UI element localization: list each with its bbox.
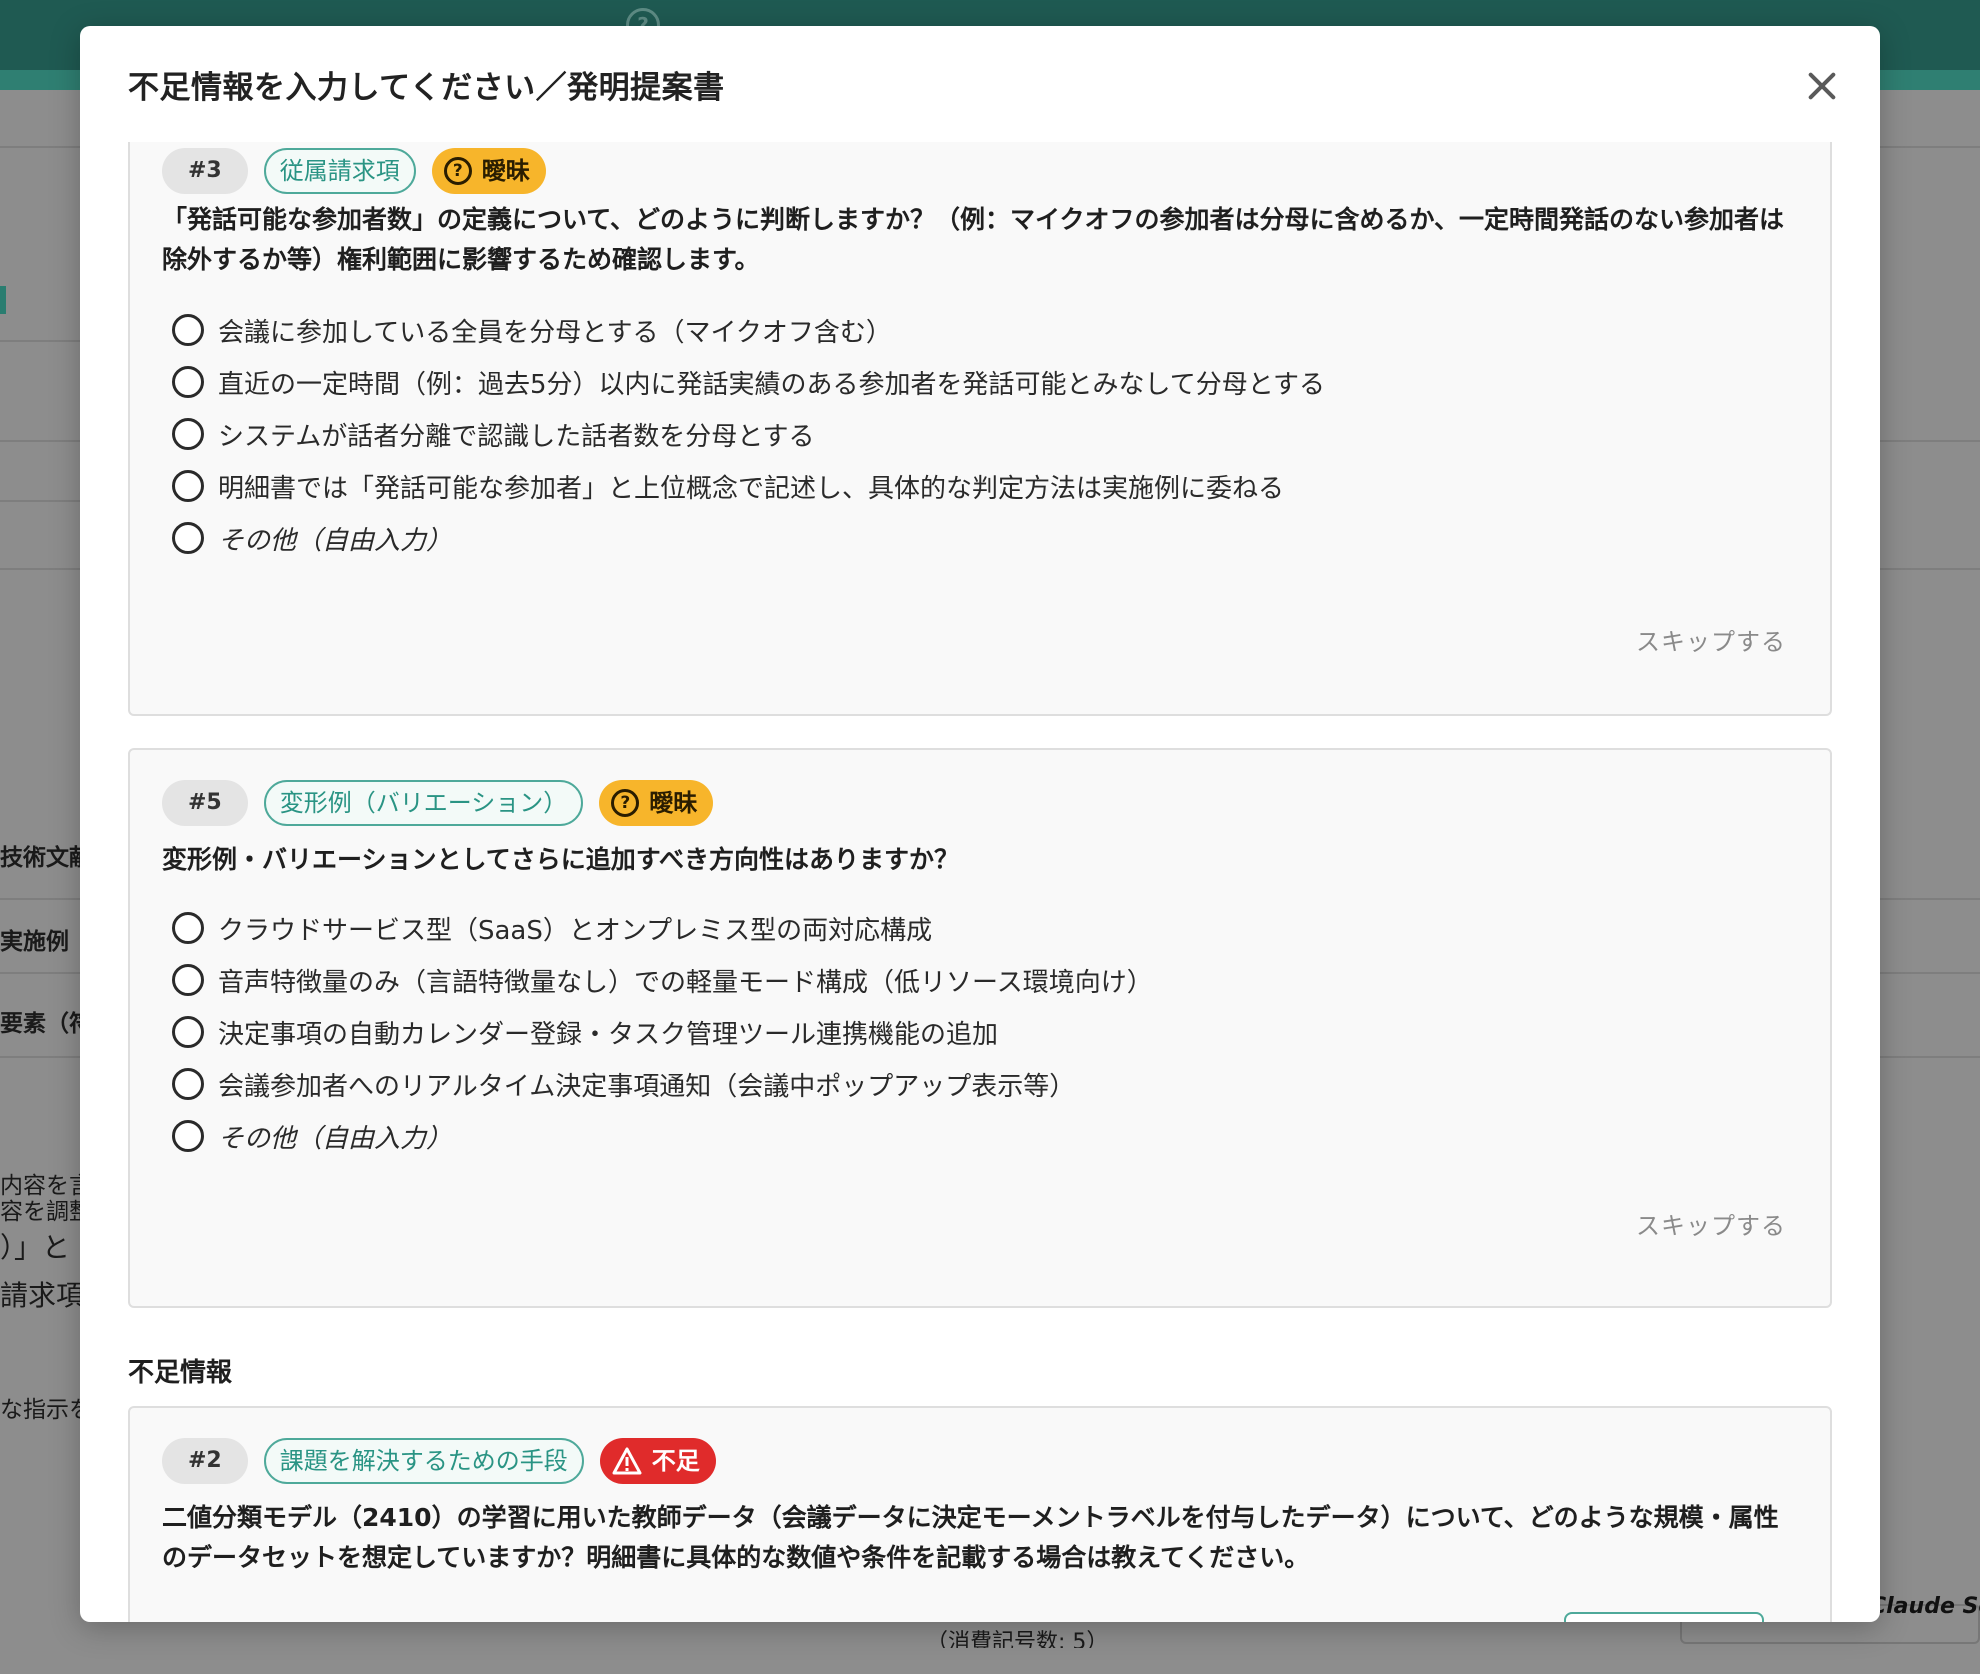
option-label: 音声特徴量のみ（言語特徴量なし）での軽量モード構成（低リソース環境向け） — [218, 967, 1153, 998]
skip-button[interactable]: スキップする — [1636, 1206, 1786, 1241]
option-label: 会議に参加している全員を分母とする（マイクオフ含む） — [218, 317, 892, 348]
question-card: #3 従属請求項 ? 曖昧 「発話可能な参加者数」の定義について、どのように判断… — [128, 142, 1832, 716]
bg-text-snippet: （消費記号数: 5） — [926, 1630, 1106, 1648]
status-label: 不足 — [651, 1447, 700, 1475]
answer-option-other[interactable]: その他（自由入力） — [172, 1110, 1153, 1162]
radio-button[interactable] — [172, 314, 204, 346]
option-label: その他（自由入力） — [218, 525, 453, 556]
question-circle-icon: ? — [443, 157, 472, 185]
question-text: 二値分類モデル（2410）の学習に用いた教師データ（会議データに決定モーメントラ… — [162, 1503, 1779, 1572]
radio-button[interactable] — [172, 912, 204, 944]
warning-triangle-icon — [612, 1447, 642, 1475]
missing-info-modal: 不足情報を入力してください／発明提案書 #3 従属請求項 ? 曖昧 「発話可能な… — [80, 26, 1880, 1622]
status-badge: ? 曖昧 — [599, 780, 714, 826]
close-icon[interactable] — [1796, 60, 1848, 112]
app-tab-indicator-right — [1880, 70, 1980, 90]
question-number-badge: #5 — [162, 780, 248, 826]
radio-button[interactable] — [172, 522, 204, 554]
bg-text-snippet: 容を調整 — [0, 1199, 80, 1225]
status-badge: ? 曖昧 — [431, 148, 546, 194]
question-text: 変形例・バリエーションとしてさらに追加すべき方向性はありますか？ — [162, 845, 960, 874]
radio-button[interactable] — [172, 1016, 204, 1048]
answer-option[interactable]: システムが話者分離で認識した話者数を分母とする — [172, 408, 1325, 460]
option-label: その他（自由入力） — [218, 1123, 453, 1154]
bg-claude-label: Claude So — [1870, 1594, 1980, 1619]
answer-option[interactable]: 会議に参加している全員を分母とする（マイクオフ含む） — [172, 304, 1325, 356]
answer-input-field[interactable] — [1564, 1612, 1764, 1622]
missing-section-title: 不足情報 — [128, 1358, 233, 1388]
skip-button[interactable]: スキップする — [1636, 622, 1786, 657]
question-card: #5 変形例（バリエーション） ? 曖昧 変形例・バリエーションとしてさらに追加… — [128, 748, 1832, 1308]
question-badges: #3 従属請求項 ? 曖昧 — [162, 148, 546, 194]
question-number-badge: #3 — [162, 148, 248, 194]
status-label: 曖昧 — [481, 157, 530, 185]
category-badge: 変形例（バリエーション） — [263, 780, 584, 826]
radio-button[interactable] — [172, 1120, 204, 1152]
answer-option[interactable]: 会議参加者へのリアルタイム決定事項通知（会議中ポップアップ表示等） — [172, 1058, 1153, 1110]
bg-text-snippet: 実施例 — [0, 929, 69, 955]
question-text: 「発話可能な参加者数」の定義について、どのように判断しますか？（例：マイクオフの… — [162, 205, 1785, 274]
option-label: 会議参加者へのリアルタイム決定事項通知（会議中ポップアップ表示等） — [218, 1071, 1076, 1102]
option-label: 決定事項の自動カレンダー登録・タスク管理ツール連携機能の追加 — [218, 1019, 999, 1050]
question-number-badge: #2 — [162, 1438, 248, 1484]
category-badge: 従属請求項 — [263, 148, 416, 194]
question-badges: #2 課題を解決するための手段 不足 — [162, 1438, 716, 1484]
modal-title: 不足情報を入力してください／発明提案書 — [128, 70, 725, 106]
answer-option[interactable]: 直近の一定時間（例：過去5分）以内に発話実績のある参加者を発話可能とみなして分母… — [172, 356, 1325, 408]
bg-text-snippet: 技術文献 — [0, 845, 80, 871]
category-badge: 課題を解決するための手段 — [263, 1438, 584, 1484]
app-selected-marker — [0, 286, 6, 314]
radio-button[interactable] — [172, 470, 204, 502]
option-label: 直近の一定時間（例：過去5分）以内に発話実績のある参加者を発話可能とみなして分母… — [218, 369, 1325, 400]
answer-option[interactable]: 決定事項の自動カレンダー登録・タスク管理ツール連携機能の追加 — [172, 1006, 1153, 1058]
option-label: クラウドサービス型（SaaS）とオンプレミス型の両対応構成 — [218, 915, 933, 946]
bg-text-snippet: 請求項 — [0, 1279, 80, 1312]
question-card: #2 課題を解決するための手段 不足 二値分類モデル（2410）の学習に用いた教… — [128, 1406, 1832, 1622]
option-label: システムが話者分離で認識した話者数を分母とする — [218, 421, 815, 452]
answer-option-other[interactable]: その他（自由入力） — [172, 512, 1325, 564]
bg-text-snippet: な指示を — [0, 1397, 80, 1423]
modal-scroll-body[interactable]: #3 従属請求項 ? 曖昧 「発話可能な参加者数」の定義について、どのように判断… — [80, 142, 1880, 1622]
radio-button[interactable] — [172, 1068, 204, 1100]
radio-button[interactable] — [172, 418, 204, 450]
answer-option[interactable]: クラウドサービス型（SaaS）とオンプレミス型の両対応構成 — [172, 902, 1153, 954]
bg-text-snippet: ）」と — [0, 1231, 71, 1264]
radio-button[interactable] — [172, 964, 204, 996]
bg-text-snippet: 要素（符 — [0, 1011, 80, 1037]
answer-option[interactable]: 明細書では「発話可能な参加者」と上位概念で記述し、具体的な判定方法は実施例に委ね… — [172, 460, 1325, 512]
answer-options: クラウドサービス型（SaaS）とオンプレミス型の両対応構成 音声特徴量のみ（言語… — [172, 902, 1153, 1162]
status-badge: 不足 — [599, 1438, 716, 1484]
status-label: 曖昧 — [649, 789, 698, 817]
question-circle-icon: ? — [611, 789, 640, 817]
option-label: 明細書では「発話可能な参加者」と上位概念で記述し、具体的な判定方法は実施例に委ね… — [218, 473, 1285, 504]
answer-options: 会議に参加している全員を分母とする（マイクオフ含む） 直近の一定時間（例：過去5… — [172, 304, 1325, 564]
answer-option[interactable]: 音声特徴量のみ（言語特徴量なし）での軽量モード構成（低リソース環境向け） — [172, 954, 1153, 1006]
question-badges: #5 変形例（バリエーション） ? 曖昧 — [162, 780, 714, 826]
app-tab-indicator-left — [0, 70, 80, 90]
radio-button[interactable] — [172, 366, 204, 398]
